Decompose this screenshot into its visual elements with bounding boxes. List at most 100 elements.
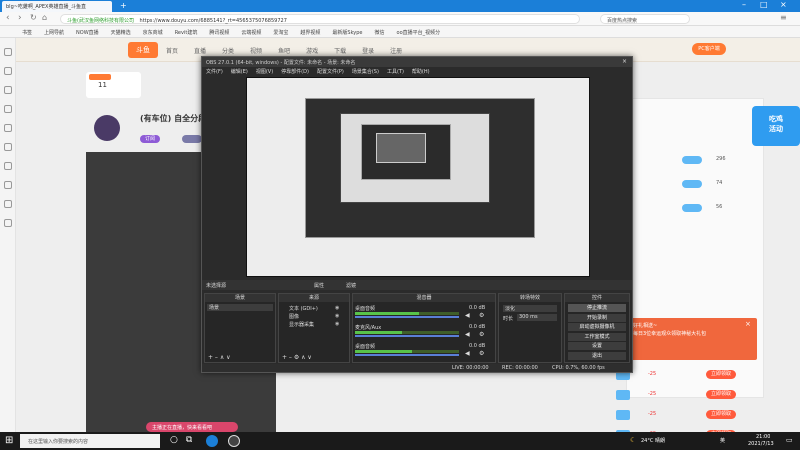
channel-gear-icon[interactable]: ⚙ <box>479 331 484 338</box>
nav-item[interactable]: 直播 <box>194 46 206 55</box>
follow-button-2[interactable] <box>182 135 202 143</box>
claim-button[interactable]: 立即领取 <box>706 410 736 419</box>
taskbar-search[interactable]: 在这里输入你要搜索的内容 <box>20 434 160 448</box>
bookmark-item[interactable]: 爱淘宝 <box>273 29 288 36</box>
claim-button[interactable]: 立即领取 <box>706 390 736 399</box>
refresh-icon[interactable]: ↻ <box>30 13 37 22</box>
obs-menu-item[interactable]: 编辑(E) <box>231 68 248 75</box>
bookmark-item[interactable]: Revit建筑 <box>175 29 198 36</box>
control-button[interactable]: 启动虚拟摄像机 <box>568 323 626 332</box>
nav-item[interactable]: 下载 <box>334 46 346 55</box>
douyu-logo[interactable]: 斗鱼 <box>128 42 158 58</box>
control-button[interactable]: 停止推流 <box>568 304 626 312</box>
scene-item[interactable]: 场景 <box>207 304 273 311</box>
task-view-icon[interactable]: ⧉ <box>186 435 192 445</box>
browser-tab[interactable]: blg~吃雞啊_APEX英雄直播_斗鱼直 <box>2 1 112 12</box>
control-button[interactable]: 退出 <box>568 352 626 360</box>
maximize-button[interactable]: □ <box>760 0 768 9</box>
bookmark-item[interactable]: 书签 <box>22 29 32 36</box>
bookmark-item[interactable]: 最新版Skype <box>332 29 362 36</box>
obs-taskbar-icon[interactable] <box>228 435 240 447</box>
apps-icon[interactable] <box>4 200 12 208</box>
popup-close-icon[interactable]: × <box>745 320 751 328</box>
bookmark-item[interactable]: NOW直播 <box>76 29 99 36</box>
popup-title: 好礼相送~ <box>633 323 658 329</box>
control-button[interactable]: 设置 <box>568 342 626 351</box>
nav-item[interactable]: 首页 <box>166 46 178 55</box>
chat-icon[interactable] <box>4 162 12 170</box>
url-text: https://www.douyu.com/6885141?_rt=456537… <box>139 17 287 24</box>
obs-menu-item[interactable]: 配置文件(P) <box>317 68 344 75</box>
channel-gear-icon[interactable]: ⚙ <box>479 350 484 357</box>
obs-menu-item[interactable]: 停靠部件(D) <box>281 68 309 75</box>
obs-menu-item[interactable]: 视图(V) <box>256 68 273 75</box>
volume-slider[interactable] <box>355 354 459 356</box>
bookmark-item[interactable]: 微信 <box>375 29 385 36</box>
forward-icon[interactable]: › <box>18 13 22 23</box>
search-icon[interactable] <box>4 105 12 113</box>
star-icon[interactable] <box>4 48 12 56</box>
book-icon[interactable] <box>4 124 12 132</box>
notification-center-icon[interactable]: ▭ <box>786 436 793 444</box>
video-icon[interactable] <box>4 143 12 151</box>
channel-gear-icon[interactable]: ⚙ <box>479 312 484 319</box>
volume-slider[interactable] <box>355 316 459 318</box>
nav-item[interactable]: 注册 <box>390 46 402 55</box>
url-input[interactable]: 斗鱼(武汉鱼网络科技有限公司 https://www.douyu.com/688… <box>60 14 580 24</box>
transition-select[interactable]: 淡化 <box>503 305 557 312</box>
notebook-icon[interactable] <box>4 181 12 189</box>
eye-icon[interactable]: ◉ <box>335 305 339 311</box>
nav-item[interactable]: 游戏 <box>306 46 318 55</box>
notification-toast[interactable]: 主播正在直播，快来看看吧 <box>146 422 238 432</box>
nav-item[interactable]: 鱼吧 <box>278 46 290 55</box>
obs-menu-item[interactable]: 场景集合(S) <box>352 68 379 75</box>
obs-preview[interactable] <box>246 77 590 277</box>
claim-button[interactable]: 立即领取 <box>706 370 736 379</box>
eye-icon[interactable]: ◉ <box>335 321 339 327</box>
obs-menu-item[interactable]: 工具(T) <box>387 68 404 75</box>
bookmark-item[interactable]: 云端视频 <box>241 29 261 36</box>
eye-icon[interactable]: ◉ <box>335 313 339 319</box>
streamer-avatar[interactable] <box>94 115 120 141</box>
speaker-icon[interactable]: ◀ <box>465 331 470 338</box>
nav-item[interactable]: 分类 <box>222 46 234 55</box>
grid-icon[interactable] <box>4 86 12 94</box>
pc-client-button[interactable]: PC客户端 <box>692 43 726 55</box>
bookmark-item[interactable]: 上网导航 <box>44 29 64 36</box>
back-icon[interactable]: ‹ <box>6 13 10 23</box>
bookmark-item[interactable]: 腾讯视频 <box>209 29 229 36</box>
follow-button[interactable]: 订阅 <box>140 135 160 143</box>
close-button[interactable]: × <box>780 0 787 9</box>
cortana-icon[interactable]: ○ <box>170 435 178 445</box>
properties-button[interactable]: 属性 <box>314 282 324 289</box>
menu-icon[interactable]: ≡ <box>780 13 787 22</box>
volume-slider[interactable] <box>355 335 459 337</box>
home-icon[interactable]: ⌂ <box>42 13 47 22</box>
browser-taskbar-icon[interactable] <box>206 435 218 447</box>
obs-menu-item[interactable]: 帮助(H) <box>412 68 430 75</box>
monitor-icon[interactable] <box>4 67 12 75</box>
source-add-icon[interactable]: + – ⚙ ∧ ∨ <box>282 354 312 361</box>
lang-indicator[interactable]: 英 <box>720 437 725 444</box>
bookmark-item[interactable]: 越界视频 <box>300 29 320 36</box>
minimize-button[interactable]: – <box>742 0 746 9</box>
speaker-icon[interactable]: ◀ <box>465 350 470 357</box>
scene-add-icon[interactable]: + – ∧ ∨ <box>208 354 231 361</box>
search-box[interactable]: 百度热点搜索 <box>600 14 690 24</box>
nav-item[interactable]: 登录 <box>362 46 374 55</box>
event-banner[interactable]: 吃鸡 活动 <box>752 106 800 146</box>
obs-close-button[interactable]: × <box>622 58 627 65</box>
speaker-icon[interactable]: ◀ <box>465 312 470 319</box>
settings-icon[interactable] <box>4 219 12 227</box>
windows-start-icon[interactable]: ⊞ <box>5 435 13 446</box>
obs-menu-item[interactable]: 文件(F) <box>206 68 223 75</box>
bookmark-item[interactable]: 京东商城 <box>143 29 163 36</box>
control-button[interactable]: 开始录制 <box>568 313 626 322</box>
bookmark-item[interactable]: 天猫精选 <box>111 29 131 36</box>
bookmark-item[interactable]: oo直播平台_视频分 <box>397 29 441 36</box>
filters-button[interactable]: 滤镜 <box>346 282 356 289</box>
new-tab-button[interactable]: + <box>120 1 127 10</box>
control-button[interactable]: 工作室模式 <box>568 332 626 341</box>
duration-input[interactable]: 300 ms <box>517 314 557 321</box>
nav-item[interactable]: 视频 <box>250 46 262 55</box>
